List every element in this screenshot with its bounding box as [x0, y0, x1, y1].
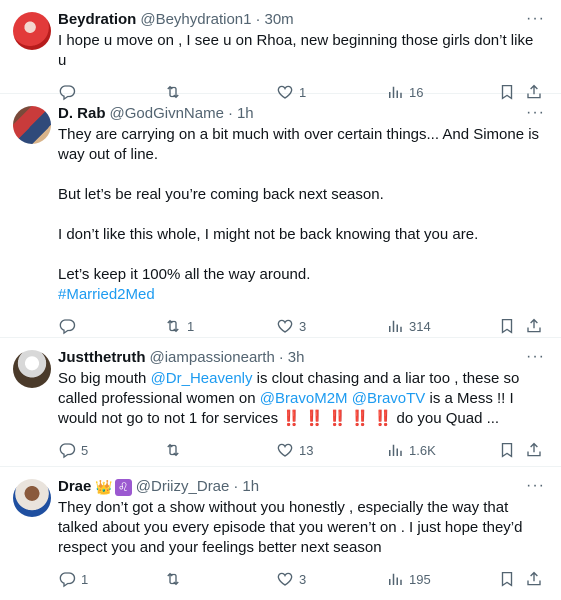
bookmark-button[interactable]: [498, 441, 516, 459]
views-icon: [386, 441, 404, 459]
mention-link[interactable]: @BravoM2M: [260, 390, 348, 407]
tweet-paragraph: I hope u move on , I see u on Rhoa, new …: [58, 32, 534, 69]
retweet-button[interactable]: [164, 570, 187, 588]
views-icon: [386, 570, 404, 588]
retweet-icon: [164, 441, 182, 459]
separator-dot: ·: [227, 105, 233, 122]
tweet-text: They are carrying on a bit much with ove…: [58, 125, 545, 305]
tweet-paragraph: They are carrying on a bit much with ove…: [58, 126, 540, 163]
hashtag-link[interactable]: #Married2Med: [58, 285, 545, 305]
display-name[interactable]: Beydration: [58, 10, 136, 30]
tweet-paragraph: Let’s keep it 100% all the way around.: [58, 266, 311, 283]
avatar[interactable]: [13, 350, 51, 388]
like-button[interactable]: 13: [276, 441, 313, 459]
action-bar: 5 13 1.6K: [58, 433, 545, 471]
like-button[interactable]: 3: [276, 570, 306, 588]
separator-dot: ·: [255, 11, 261, 28]
more-options-icon[interactable]: ···: [526, 478, 545, 494]
views-button[interactable]: 195: [386, 570, 431, 588]
crown-icon: 👑: [95, 479, 113, 495]
more-options-icon[interactable]: ···: [526, 11, 545, 27]
user-handle[interactable]: @GodGivnName: [110, 104, 224, 124]
retweet-icon: [164, 317, 182, 335]
retweet-button[interactable]: 1: [164, 317, 194, 335]
bookmark-button[interactable]: [498, 317, 516, 335]
reply-icon: [58, 317, 76, 335]
share-button[interactable]: [525, 441, 543, 459]
views-count: 1.6K: [409, 442, 436, 458]
like-icon: [276, 317, 294, 335]
views-count: 195: [409, 571, 431, 587]
retweet-icon: [164, 570, 182, 588]
action-bar: 1 3 195: [58, 562, 545, 600]
tweet-header: Justthetruth @iampassionearth · 3h: [58, 348, 545, 368]
double-exclamation-emoji: ‼️ ‼️ ‼️ ‼️ ‼️: [282, 410, 393, 427]
avatar[interactable]: [13, 106, 51, 144]
like-button[interactable]: 3: [276, 317, 306, 335]
retweet-count: 1: [187, 318, 195, 334]
avatar[interactable]: [13, 479, 51, 517]
share-icon: [525, 317, 543, 335]
profile-badges: 👑 ♌: [95, 477, 132, 497]
display-name[interactable]: Drae: [58, 477, 91, 497]
tweet-4[interactable]: Drae 👑 ♌ @Driizy_Drae · 1h ··· They don’…: [0, 467, 561, 600]
reply-icon: [58, 570, 76, 588]
more-options-icon[interactable]: ···: [526, 349, 545, 365]
timestamp[interactable]: 1h: [237, 104, 254, 124]
mention-link[interactable]: @BravoTV: [352, 390, 426, 407]
timestamp[interactable]: 1h: [242, 477, 259, 497]
tweet-paragraph: But let’s be real you’re coming back nex…: [58, 186, 384, 203]
timestamp[interactable]: 3h: [288, 348, 305, 368]
tweet-text-part: So big mouth: [58, 370, 151, 387]
like-count: 3: [299, 318, 307, 334]
more-options-icon[interactable]: ···: [526, 105, 545, 121]
reply-button[interactable]: 5: [58, 441, 88, 459]
share-icon: [525, 570, 543, 588]
avatar[interactable]: [13, 12, 51, 50]
views-count: 314: [409, 318, 431, 334]
tweet-text-part: do you Quad ...: [392, 410, 500, 427]
retweet-button[interactable]: [164, 441, 187, 459]
display-name[interactable]: Justthetruth: [58, 348, 146, 368]
tweet-header: Beydration @Beyhydration1 · 30m: [58, 10, 545, 30]
like-count: 13: [299, 442, 314, 458]
views-icon: [386, 317, 404, 335]
bookmark-button[interactable]: [498, 570, 516, 588]
tweet-paragraph: They don’t got a show without you honest…: [58, 499, 523, 556]
bookmark-icon: [498, 441, 516, 459]
share-icon: [525, 441, 543, 459]
like-icon: [276, 570, 294, 588]
share-button[interactable]: [525, 317, 543, 335]
reply-count: 1: [81, 571, 89, 587]
views-button[interactable]: 1.6K: [386, 441, 436, 459]
reply-icon: [58, 441, 76, 459]
views-button[interactable]: 314: [386, 317, 431, 335]
user-handle[interactable]: @Beyhydration1: [140, 10, 251, 30]
tweet-1[interactable]: Beydration @Beyhydration1 · 30m ··· I ho…: [0, 0, 561, 94]
tweet-text: They don’t got a show without you honest…: [58, 498, 545, 558]
user-handle[interactable]: @iampassionearth: [150, 348, 275, 368]
reply-button[interactable]: [58, 317, 81, 335]
like-count: 3: [299, 571, 307, 587]
separator-dot: ·: [233, 478, 239, 495]
tweet-text: So big mouth @Dr_Heavenly is clout chasi…: [58, 369, 545, 429]
user-handle[interactable]: @Driizy_Drae: [136, 477, 230, 497]
tweet-header: Drae 👑 ♌ @Driizy_Drae · 1h: [58, 477, 545, 497]
separator-dot: ·: [278, 349, 284, 366]
tweet-paragraph: I don’t like this whole, I might not be …: [58, 226, 479, 243]
share-button[interactable]: [525, 570, 543, 588]
tweet-header: D. Rab @GodGivnName · 1h: [58, 104, 545, 124]
leo-zodiac-icon: ♌: [114, 478, 132, 496]
display-name[interactable]: D. Rab: [58, 104, 106, 124]
tweet-text: I hope u move on , I see u on Rhoa, new …: [58, 31, 545, 71]
tweet-2[interactable]: D. Rab @GodGivnName · 1h ··· They are ca…: [0, 94, 561, 338]
reply-count: 5: [81, 442, 89, 458]
mention-link[interactable]: @Dr_Heavenly: [151, 370, 253, 387]
bookmark-icon: [498, 317, 516, 335]
bookmark-icon: [498, 570, 516, 588]
tweet-3[interactable]: Justthetruth @iampassionearth · 3h ··· S…: [0, 338, 561, 467]
reply-button[interactable]: 1: [58, 570, 88, 588]
timestamp[interactable]: 30m: [264, 10, 293, 30]
like-icon: [276, 441, 294, 459]
